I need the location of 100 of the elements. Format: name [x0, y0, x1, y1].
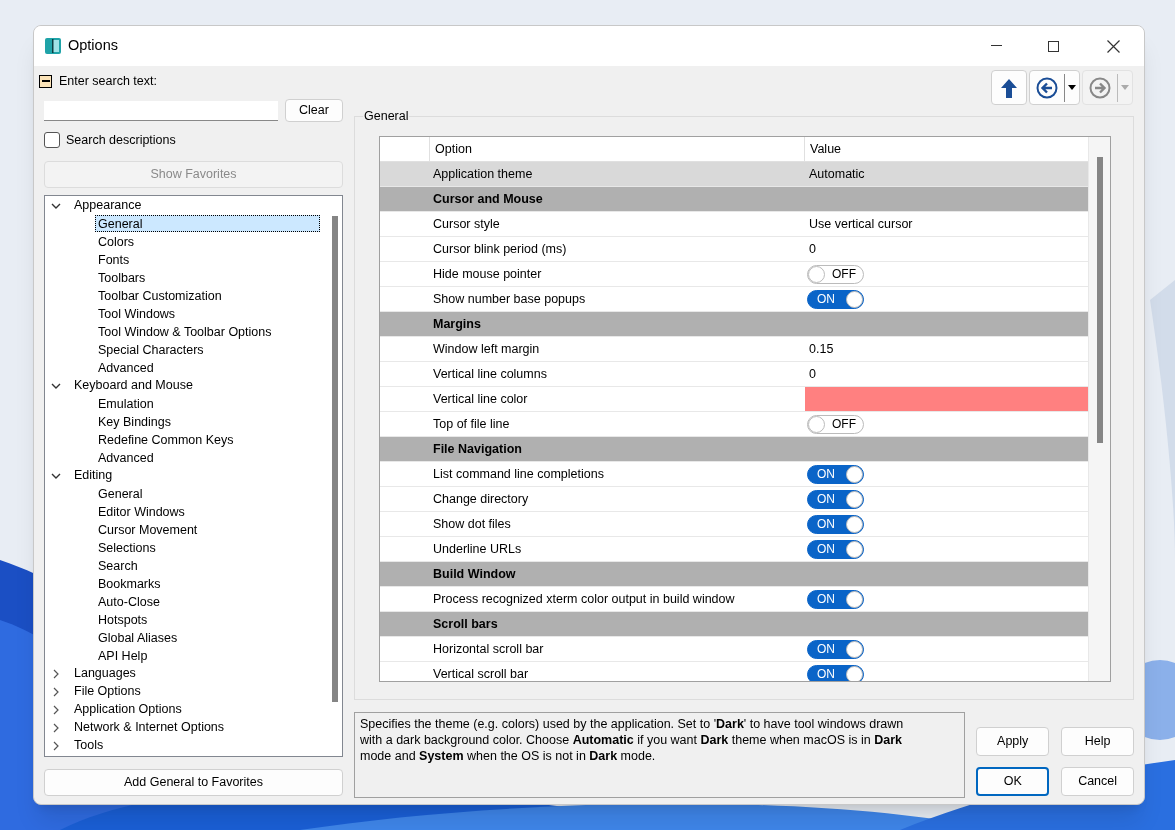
scrollbar-thumb[interactable]	[1096, 157, 1103, 443]
option-label: Window left margin	[433, 340, 540, 358]
app-logo-icon	[44, 37, 62, 55]
section-header: File Navigation	[433, 440, 522, 458]
table-row[interactable]: Vertical line color	[380, 387, 1088, 412]
toggle-switch[interactable]: OFF	[807, 264, 864, 284]
tree-item[interactable]: Fonts	[95, 251, 133, 269]
toggle-switch[interactable]: OFF	[807, 414, 864, 434]
tree-item[interactable]: Hotspots	[95, 611, 151, 629]
tree-item[interactable]: Languages	[72, 664, 138, 684]
table-row[interactable]: Horizontal scroll bar ON	[380, 637, 1088, 662]
tree-item[interactable]: Global Aliases	[95, 629, 181, 647]
tree-item[interactable]: Toolbar Customization	[95, 287, 225, 305]
dropdown-caret-icon	[1068, 85, 1076, 90]
scrollbar-thumb[interactable]	[332, 215, 338, 702]
tree-item[interactable]: Tool Windows	[95, 305, 179, 323]
toggle-switch[interactable]: ON	[807, 464, 864, 484]
table-row[interactable]: Underline URLs ON	[380, 537, 1088, 562]
tree-item[interactable]: Special Characters	[95, 341, 207, 359]
option-value: 0	[808, 240, 816, 258]
toggle-switch[interactable]: ON	[807, 664, 864, 681]
tree-item[interactable]: Selections	[95, 539, 159, 557]
toggle-switch[interactable]: ON	[807, 639, 864, 659]
table-row[interactable]: Change directory ON	[380, 487, 1088, 512]
option-label: Vertical line columns	[433, 365, 547, 383]
section-header: Scroll bars	[433, 615, 498, 633]
option-label: Show dot files	[433, 515, 511, 533]
tree-item[interactable]: Search	[95, 557, 141, 575]
tree-item[interactable]: Appearance	[72, 196, 144, 216]
description-text: Specifies the theme (e.g. colors) used by the application. Set to 'Dark' to have tool windows drawn with a dark background color. Choose Automatic if you want Dark theme when macOS is in Dark mode and System when the OS is not in Dark mode.	[354, 712, 966, 798]
dialog-button[interactable]: Apply	[976, 727, 1050, 756]
table-row[interactable]: List command line completions ON	[380, 462, 1088, 487]
tree-item[interactable]: Application Options	[72, 700, 184, 720]
color-swatch[interactable]	[805, 387, 1088, 411]
tree-item[interactable]: Colors	[95, 233, 138, 251]
table-row[interactable]: Show dot files ON	[380, 512, 1088, 537]
tree-item[interactable]: Toolbars	[95, 269, 149, 287]
dialog-button[interactable]: Cancel	[1061, 767, 1135, 796]
column-header[interactable]: Option	[430, 137, 805, 161]
table-row[interactable]: Application theme Automatic	[380, 162, 1088, 187]
tree-item[interactable]: Advanced	[95, 449, 157, 467]
option-label: Hide mouse pointer	[433, 265, 542, 283]
up-button[interactable]	[991, 70, 1027, 105]
tree-item[interactable]: General	[95, 215, 320, 233]
dialog-button[interactable]: Help	[1061, 727, 1135, 756]
search-field[interactable]	[44, 100, 278, 121]
column-header[interactable]: Value	[805, 137, 1088, 161]
option-value: 0.15	[808, 340, 834, 358]
table-row[interactable]: Process recognized xterm color output in build window ON	[380, 587, 1088, 612]
collapse-button[interactable]	[39, 74, 52, 88]
option-value: Automatic	[808, 165, 865, 183]
chevron-right-icon[interactable]	[51, 740, 61, 751]
tree-item[interactable]: Advanced	[95, 359, 157, 377]
option-label: Top of file line	[433, 415, 510, 433]
tree-item[interactable]: Editor Windows	[95, 503, 188, 521]
dialog-button[interactable]: OK	[976, 767, 1050, 796]
option-label: Vertical scroll bar	[433, 665, 529, 681]
tree-item[interactable]: API Help	[95, 647, 151, 665]
toggle-switch[interactable]: ON	[807, 589, 864, 609]
option-label: Change directory	[433, 490, 529, 508]
table-row[interactable]: Hide mouse pointer OFF	[380, 262, 1088, 287]
option-label: Cursor style	[433, 215, 500, 233]
close-icon[interactable]	[1107, 39, 1120, 53]
option-value: Use vertical cursor	[808, 215, 913, 233]
option-label: Vertical line color	[433, 390, 528, 408]
option-label: Horizontal scroll bar	[433, 640, 544, 658]
option-value: 0	[808, 365, 816, 383]
tree-item[interactable]: Tools	[72, 736, 106, 756]
add-favorites-button[interactable]: Add General to Favorites	[44, 768, 343, 796]
maximize-icon[interactable]	[1048, 40, 1059, 52]
tree-item[interactable]: Keyboard and Mouse	[72, 376, 195, 396]
option-label: Underline URLs	[433, 540, 522, 558]
minimize-icon[interactable]	[991, 45, 1002, 47]
back-button[interactable]	[1029, 70, 1080, 105]
clear-button[interactable]: Clear	[285, 99, 343, 122]
tree-item[interactable]: Network & Internet Options	[72, 718, 227, 738]
toggle-switch[interactable]: ON	[807, 539, 864, 559]
tree-item[interactable]: Cursor Movement	[95, 521, 201, 539]
tree-item[interactable]: Editing	[72, 466, 115, 486]
section-header: Build Window	[433, 565, 516, 583]
tree-item[interactable]: Auto-Close	[95, 593, 163, 611]
tree-item[interactable]: Tool Window & Toolbar Options	[95, 323, 275, 341]
chevron-right-icon[interactable]	[51, 704, 61, 715]
option-label: Process recognized xterm color output in build window	[433, 590, 735, 608]
tree-item[interactable]: Redefine Common Keys	[95, 431, 237, 449]
tree-item[interactable]: Key Bindings	[95, 413, 174, 431]
checkbox[interactable]	[44, 132, 60, 149]
chevron-right-icon[interactable]	[51, 686, 61, 697]
tree-item[interactable]: Bookmarks	[95, 575, 164, 593]
toggle-switch[interactable]: ON	[807, 514, 864, 534]
tree-item[interactable]: General	[95, 485, 146, 503]
tree-item[interactable]: File Options	[72, 682, 143, 702]
table-row[interactable]: Show number base popups ON	[380, 287, 1088, 312]
toggle-switch[interactable]: ON	[807, 489, 864, 509]
table-row[interactable]: Top of file line OFF	[380, 412, 1088, 437]
toggle-switch[interactable]: ON	[807, 289, 864, 309]
tree-item[interactable]: Emulation	[95, 395, 157, 413]
option-label: Cursor blink period (ms)	[433, 240, 567, 258]
chevron-right-icon[interactable]	[51, 668, 61, 679]
chevron-right-icon[interactable]	[51, 722, 61, 733]
